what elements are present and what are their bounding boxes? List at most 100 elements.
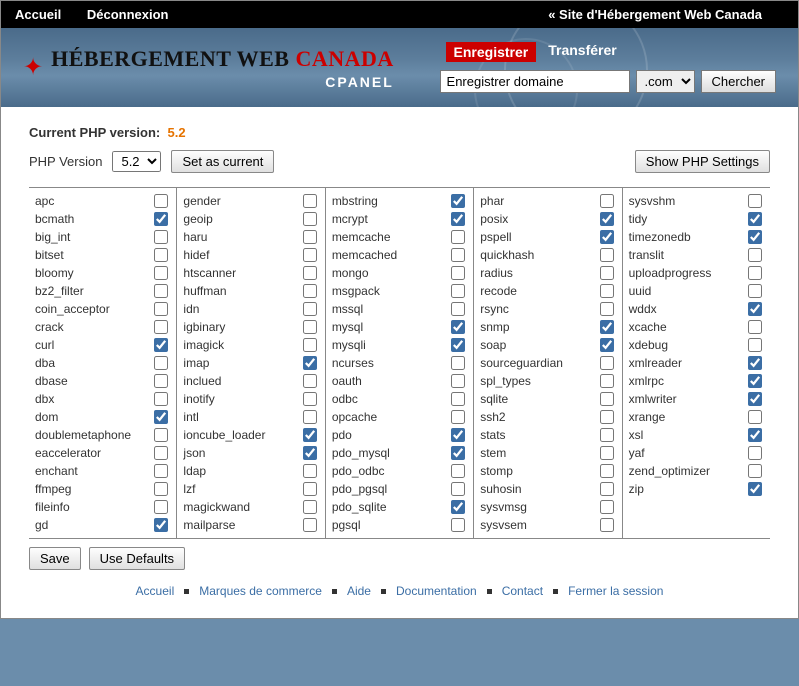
extension-checkbox-yaf[interactable]	[748, 446, 762, 460]
extension-checkbox-rsync[interactable]	[600, 302, 614, 316]
extension-checkbox-curl[interactable]	[154, 338, 168, 352]
extension-checkbox-pdo_pgsql[interactable]	[451, 482, 465, 496]
extension-checkbox-opcache[interactable]	[451, 410, 465, 424]
extension-checkbox-xmlrpc[interactable]	[748, 374, 762, 388]
extension-checkbox-huffman[interactable]	[303, 284, 317, 298]
use-defaults-button[interactable]: Use Defaults	[89, 547, 185, 570]
extension-checkbox-posix[interactable]	[600, 212, 614, 226]
extension-checkbox-suhosin[interactable]	[600, 482, 614, 496]
extension-checkbox-sysvshm[interactable]	[748, 194, 762, 208]
extension-checkbox-xmlreader[interactable]	[748, 356, 762, 370]
footer-link[interactable]: Documentation	[396, 584, 477, 598]
extension-checkbox-big_int[interactable]	[154, 230, 168, 244]
extension-checkbox-geoip[interactable]	[303, 212, 317, 226]
extension-checkbox-spl_types[interactable]	[600, 374, 614, 388]
search-button[interactable]: Chercher	[701, 70, 776, 93]
extension-checkbox-bz2_filter[interactable]	[154, 284, 168, 298]
extension-checkbox-dbx[interactable]	[154, 392, 168, 406]
extension-checkbox-htscanner[interactable]	[303, 266, 317, 280]
extension-checkbox-wddx[interactable]	[748, 302, 762, 316]
extension-checkbox-snmp[interactable]	[600, 320, 614, 334]
extension-checkbox-ioncube_loader[interactable]	[303, 428, 317, 442]
extension-checkbox-crack[interactable]	[154, 320, 168, 334]
extension-checkbox-pdo[interactable]	[451, 428, 465, 442]
extension-checkbox-msgpack[interactable]	[451, 284, 465, 298]
extension-checkbox-imap[interactable]	[303, 356, 317, 370]
extension-checkbox-ldap[interactable]	[303, 464, 317, 478]
extension-checkbox-pdo_sqlite[interactable]	[451, 500, 465, 514]
extension-checkbox-sourceguardian[interactable]	[600, 356, 614, 370]
extension-checkbox-sysvsem[interactable]	[600, 518, 614, 532]
extension-checkbox-uuid[interactable]	[748, 284, 762, 298]
extension-checkbox-dba[interactable]	[154, 356, 168, 370]
extension-checkbox-idn[interactable]	[303, 302, 317, 316]
save-button[interactable]: Save	[29, 547, 81, 570]
domain-input[interactable]	[440, 70, 630, 93]
extension-checkbox-mailparse[interactable]	[303, 518, 317, 532]
extension-checkbox-memcached[interactable]	[451, 248, 465, 262]
extension-checkbox-magickwand[interactable]	[303, 500, 317, 514]
footer-link[interactable]: Aide	[347, 584, 371, 598]
extension-checkbox-doublemetaphone[interactable]	[154, 428, 168, 442]
extension-checkbox-quickhash[interactable]	[600, 248, 614, 262]
extension-checkbox-pspell[interactable]	[600, 230, 614, 244]
extension-checkbox-xsl[interactable]	[748, 428, 762, 442]
extension-checkbox-gender[interactable]	[303, 194, 317, 208]
extension-checkbox-haru[interactable]	[303, 230, 317, 244]
extension-checkbox-tidy[interactable]	[748, 212, 762, 226]
extension-checkbox-stomp[interactable]	[600, 464, 614, 478]
footer-link[interactable]: Contact	[502, 584, 543, 598]
extension-checkbox-lzf[interactable]	[303, 482, 317, 496]
extension-checkbox-xmlwriter[interactable]	[748, 392, 762, 406]
extension-checkbox-dbase[interactable]	[154, 374, 168, 388]
extension-checkbox-recode[interactable]	[600, 284, 614, 298]
extension-checkbox-memcache[interactable]	[451, 230, 465, 244]
extension-checkbox-radius[interactable]	[600, 266, 614, 280]
footer-link[interactable]: Accueil	[136, 584, 175, 598]
extension-checkbox-json[interactable]	[303, 446, 317, 460]
extension-checkbox-xdebug[interactable]	[748, 338, 762, 352]
extension-checkbox-pdo_odbc[interactable]	[451, 464, 465, 478]
extension-checkbox-intl[interactable]	[303, 410, 317, 424]
extension-checkbox-pgsql[interactable]	[451, 518, 465, 532]
extension-checkbox-odbc[interactable]	[451, 392, 465, 406]
extension-checkbox-mysql[interactable]	[451, 320, 465, 334]
extension-checkbox-zip[interactable]	[748, 482, 762, 496]
extension-checkbox-pdo_mysql[interactable]	[451, 446, 465, 460]
extension-checkbox-mssql[interactable]	[451, 302, 465, 316]
extension-checkbox-translit[interactable]	[748, 248, 762, 262]
extension-checkbox-mbstring[interactable]	[451, 194, 465, 208]
extension-checkbox-stem[interactable]	[600, 446, 614, 460]
extension-checkbox-mongo[interactable]	[451, 266, 465, 280]
extension-checkbox-soap[interactable]	[600, 338, 614, 352]
extension-checkbox-igbinary[interactable]	[303, 320, 317, 334]
extension-checkbox-bitset[interactable]	[154, 248, 168, 262]
extension-checkbox-mcrypt[interactable]	[451, 212, 465, 226]
extension-checkbox-sqlite[interactable]	[600, 392, 614, 406]
tab-transfer[interactable]: Transférer	[548, 42, 616, 62]
extension-checkbox-hidef[interactable]	[303, 248, 317, 262]
extension-checkbox-ssh2[interactable]	[600, 410, 614, 424]
extension-checkbox-xrange[interactable]	[748, 410, 762, 424]
site-link[interactable]: « Site d'Hébergement Web Canada	[548, 7, 762, 22]
extension-checkbox-apc[interactable]	[154, 194, 168, 208]
php-version-select[interactable]: 5.2	[112, 151, 161, 172]
extension-checkbox-coin_acceptor[interactable]	[154, 302, 168, 316]
tld-select[interactable]: .com	[636, 70, 695, 93]
extension-checkbox-eaccelerator[interactable]	[154, 446, 168, 460]
nav-logout-link[interactable]: Déconnexion	[87, 7, 169, 22]
extension-checkbox-oauth[interactable]	[451, 374, 465, 388]
extension-checkbox-imagick[interactable]	[303, 338, 317, 352]
extension-checkbox-sysvmsg[interactable]	[600, 500, 614, 514]
extension-checkbox-stats[interactable]	[600, 428, 614, 442]
extension-checkbox-bloomy[interactable]	[154, 266, 168, 280]
extension-checkbox-inclued[interactable]	[303, 374, 317, 388]
nav-home-link[interactable]: Accueil	[15, 7, 61, 22]
tab-register[interactable]: Enregistrer	[446, 42, 537, 62]
extension-checkbox-inotify[interactable]	[303, 392, 317, 406]
show-php-settings-button[interactable]: Show PHP Settings	[635, 150, 770, 173]
extension-checkbox-mysqli[interactable]	[451, 338, 465, 352]
extension-checkbox-ncurses[interactable]	[451, 356, 465, 370]
extension-checkbox-ffmpeg[interactable]	[154, 482, 168, 496]
extension-checkbox-bcmath[interactable]	[154, 212, 168, 226]
